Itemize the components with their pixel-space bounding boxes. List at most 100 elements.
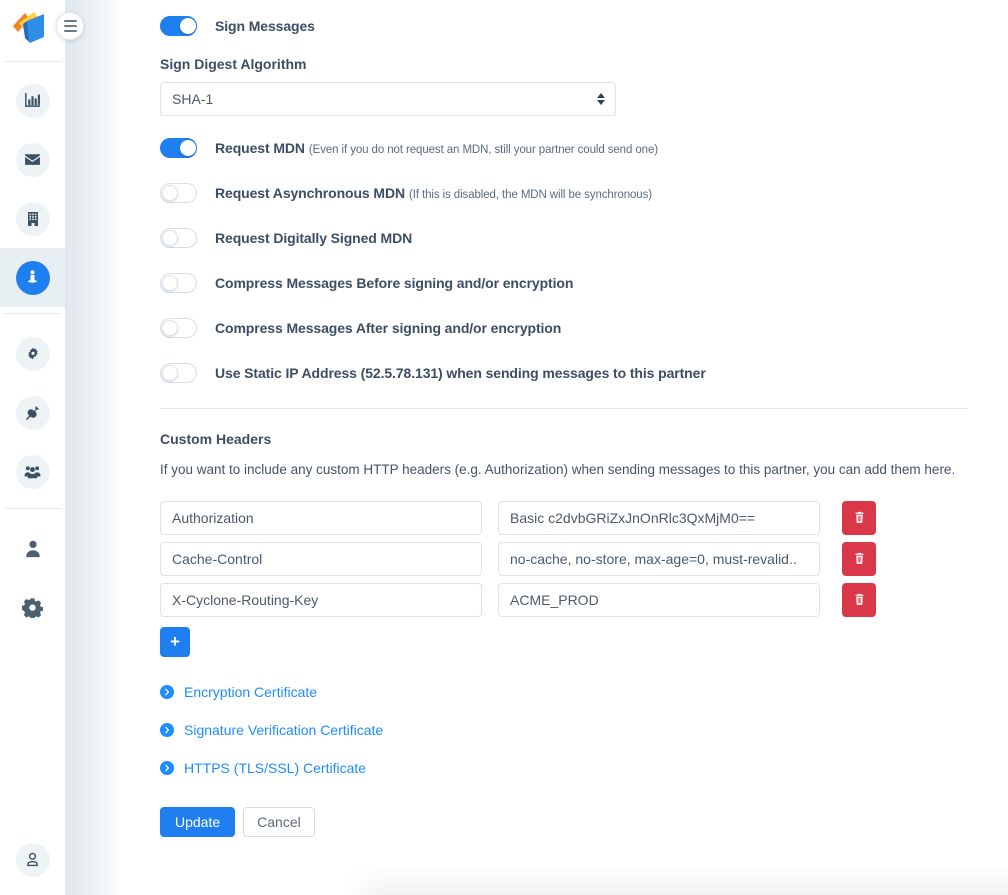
cancel-button[interactable]: Cancel (243, 806, 315, 837)
toggle-hint: (If this is disabled, the MDN will be sy… (409, 189, 652, 201)
chevron-right-circle-icon (160, 684, 174, 699)
custom-headers-title: Custom Headers (160, 431, 272, 447)
sidebar-edge-shadow (65, 0, 120, 895)
cyclone-logo[interactable] (9, 10, 53, 50)
app-root: Sign Messages Sign Digest Algorithm SHA-… (0, 0, 1008, 895)
toggle-switch-2[interactable] (160, 228, 197, 248)
custom-headers-description: If you want to include any custom HTTP h… (160, 462, 956, 477)
cert-link-0[interactable]: Encryption Certificate (160, 684, 968, 700)
toggle-row: Compress Messages Before signing and/or … (160, 273, 968, 293)
toggle-knob (180, 140, 196, 156)
form-actions: Update Cancel (160, 806, 968, 837)
sign-digest-select-wrap: SHA-1SHA-224SHA-256SHA-384SHA-512MD5 (160, 82, 616, 116)
toggle-knob (162, 185, 178, 201)
chevron-right-circle-icon (160, 722, 174, 737)
hamburger-bar (63, 20, 77, 22)
toggle-row: Compress Messages After signing and/or e… (160, 318, 968, 338)
trash-icon (854, 512, 864, 524)
sign-digest-label: Sign Digest Algorithm (160, 56, 307, 72)
header-key-input-0[interactable] (160, 500, 482, 535)
sidebar-item-settings[interactable] (0, 578, 65, 637)
sign-messages-toggle[interactable] (160, 16, 197, 36)
cert-link-2[interactable]: HTTPS (TLS/SSL) Certificate (160, 760, 968, 776)
toggle-switch-4[interactable] (160, 318, 197, 338)
header-key-input-2[interactable] (160, 582, 482, 617)
user-icon (16, 532, 50, 566)
delete-header-button-1[interactable] (842, 541, 876, 576)
sidebar-item-messages[interactable] (0, 130, 65, 189)
hamburger-bar (63, 25, 77, 27)
building-icon (15, 201, 50, 236)
sidebar-item-profile[interactable] (0, 519, 65, 578)
sign-messages-label: Sign Messages (215, 18, 315, 34)
toggle-knob (162, 320, 178, 336)
delete-header-button-2[interactable] (842, 582, 876, 617)
update-button[interactable]: Update (160, 806, 236, 837)
sidebar-divider (4, 508, 61, 509)
toggle-knob (162, 230, 178, 246)
main-content: Sign Messages Sign Digest Algorithm SHA-… (120, 0, 1008, 895)
header-value-input-2[interactable] (498, 582, 820, 617)
sidebar-item-account[interactable] (0, 830, 65, 889)
add-header-button[interactable]: + (160, 626, 190, 657)
custom-headers-section: Custom Headers If you want to include an… (160, 431, 968, 657)
sidebar-item-dashboard[interactable] (0, 71, 65, 130)
sidebar-divider (4, 313, 61, 314)
delete-header-button-0[interactable] (842, 500, 876, 535)
sidebar-item-integrations[interactable] (0, 383, 65, 442)
header-value-input-1[interactable] (498, 541, 820, 576)
toggle-label: Use Static IP Address (52.5.78.131) when… (215, 365, 706, 381)
sidebar (0, 0, 84, 895)
certificate-links: Encryption Certificate Signature Verifica… (160, 684, 968, 776)
custom-header-row (160, 541, 968, 576)
partner-icon (15, 260, 50, 295)
sidebar-item-certificates[interactable] (0, 324, 65, 383)
envelope-icon (15, 142, 50, 177)
toggle-switch-5[interactable] (160, 363, 197, 383)
hamburger-bar (63, 30, 77, 32)
sidebar-divider (4, 61, 61, 62)
users-icon (15, 454, 50, 489)
toggle-label: Compress Messages Before signing and/or … (215, 275, 574, 291)
toggle-row: Request MDN (Even if you do not request a… (160, 138, 968, 158)
toggle-label: Request MDN (Even if you do not request a… (215, 140, 658, 156)
toggle-label: Request Digitally Signed MDN (215, 230, 413, 246)
toggle-row: Request Asynchronous MDN (If this is disa… (160, 183, 968, 203)
toggle-row: Request Digitally Signed MDN (160, 228, 968, 248)
sign-digest-select[interactable]: SHA-1SHA-224SHA-256SHA-384SHA-512MD5 (160, 82, 616, 116)
toggle-row-sign-messages: Sign Messages (160, 16, 968, 36)
sidebar-item-partners[interactable] (0, 248, 65, 307)
toggle-knob (162, 365, 178, 381)
settings-gear-icon (16, 591, 50, 625)
section-divider (160, 408, 968, 409)
toggle-list: Request MDN (Even if you do not request a… (160, 138, 968, 383)
chart-bar-icon (15, 83, 50, 118)
header-key-input-1[interactable] (160, 541, 482, 576)
custom-header-row (160, 582, 968, 617)
toggle-hint: (Even if you do not request an MDN, stil… (308, 144, 658, 156)
toggle-label: Request Asynchronous MDN (If this is disa… (215, 185, 652, 201)
toggle-switch-3[interactable] (160, 273, 197, 293)
account-avatar-icon (15, 842, 50, 877)
custom-header-row (160, 500, 968, 535)
toggle-knob (180, 18, 196, 34)
sign-digest-field: Sign Digest Algorithm SHA-1SHA-224SHA-25… (160, 56, 968, 116)
cog-gear-icon (15, 336, 50, 371)
trash-icon (854, 594, 864, 606)
header-value-input-0[interactable] (498, 500, 820, 535)
custom-headers-rows (160, 500, 968, 617)
cert-link-label: Signature Verification Certificate (184, 721, 384, 738)
hamburger-menu-button[interactable] (56, 12, 84, 40)
toggle-label: Compress Messages After signing and/or e… (215, 320, 562, 336)
cert-link-label: Encryption Certificate (184, 683, 318, 700)
toggle-switch-0[interactable] (160, 138, 197, 158)
cert-link-label: HTTPS (TLS/SSL) Certificate (184, 759, 367, 776)
toggle-switch-1[interactable] (160, 183, 197, 203)
chevron-right-circle-icon (160, 760, 174, 775)
plug-icon (15, 395, 50, 430)
trash-icon (854, 553, 864, 565)
sidebar-item-organizations[interactable] (0, 189, 65, 248)
cert-link-1[interactable]: Signature Verification Certificate (160, 722, 968, 738)
toggle-knob (162, 275, 178, 291)
sidebar-item-users[interactable] (0, 442, 65, 501)
